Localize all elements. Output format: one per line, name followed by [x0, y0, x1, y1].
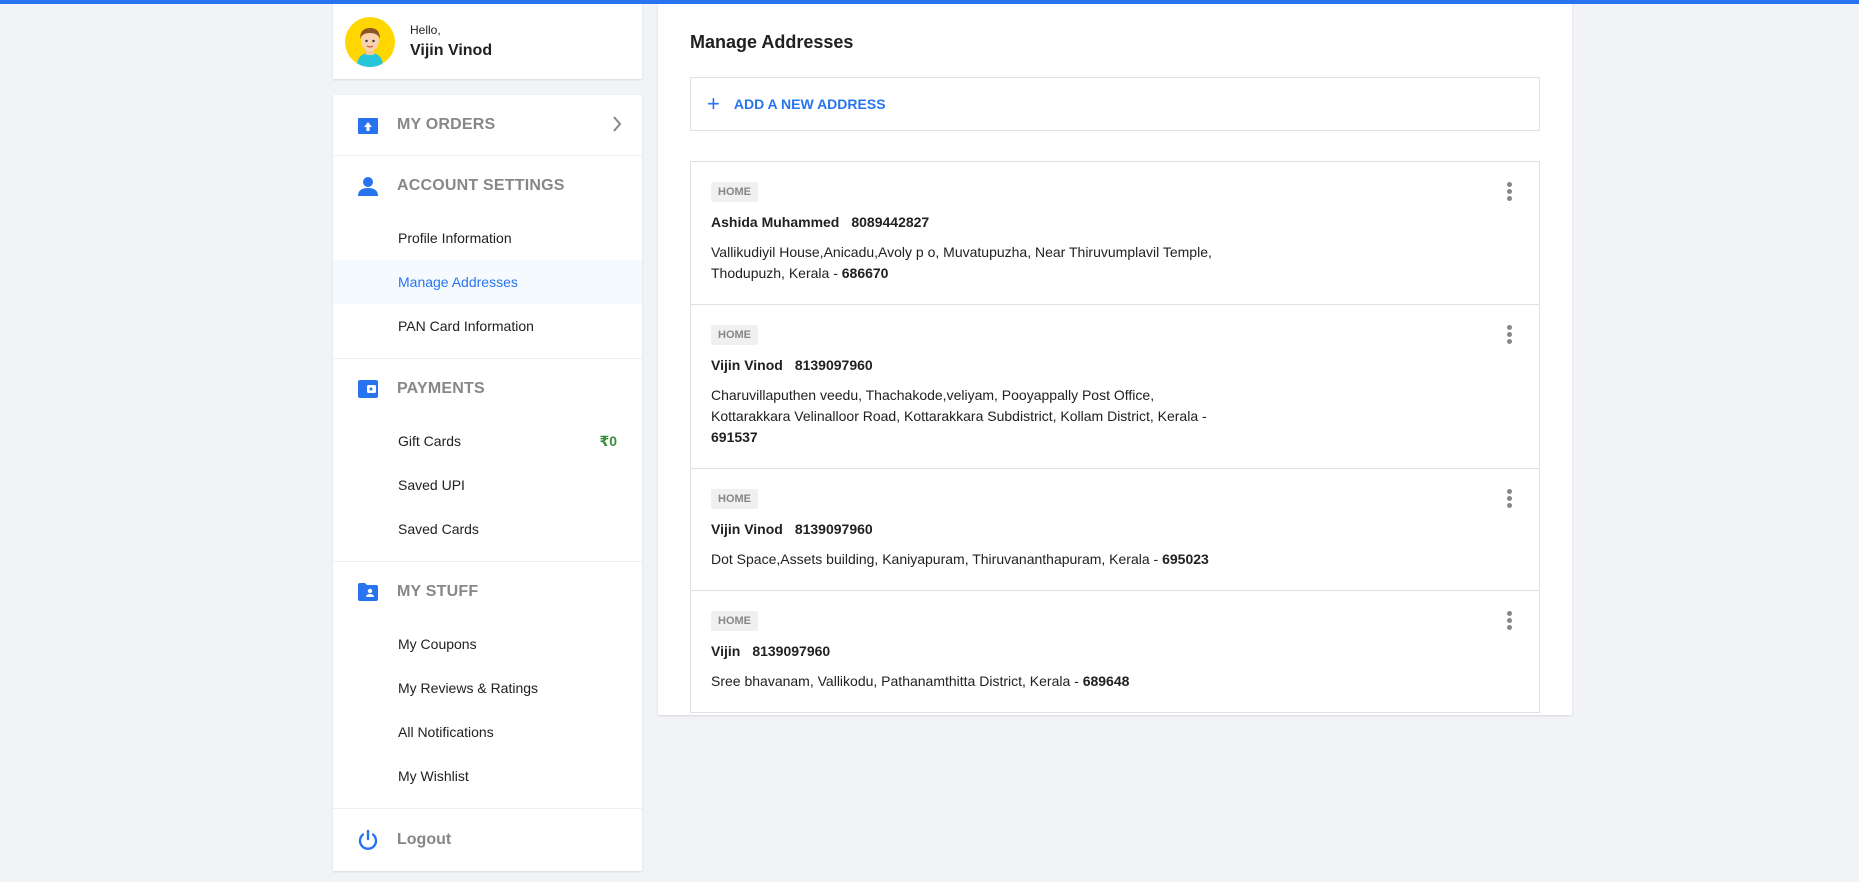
address-card: HOME Vijin Vinod 8139097960 Charuvillaput…	[691, 305, 1539, 469]
account-menu: MY ORDERS ACCOUNT SETTINGS Profile Infor…	[333, 95, 642, 871]
my-coupons-label: My Coupons	[398, 636, 477, 652]
address-card: HOME Ashida Muhammed 8089442827 Vallikudi…	[691, 162, 1539, 305]
power-icon	[357, 829, 379, 851]
section-account-settings: ACCOUNT SETTINGS Profile Information Man…	[333, 156, 642, 359]
address-text: Dot Space,Assets building, Kaniyapuram, …	[711, 551, 1163, 567]
chevron-right-icon	[613, 116, 622, 132]
pan-card-information-label: PAN Card Information	[398, 318, 534, 334]
address-type-badge: HOME	[711, 611, 758, 631]
address-name: Vijin Vinod	[711, 521, 783, 537]
more-options-icon[interactable]	[1507, 611, 1513, 632]
address-list: HOME Ashida Muhammed 8089442827 Vallikudi…	[690, 161, 1540, 713]
user-card: Hello, Vijin Vinod	[333, 4, 642, 79]
orders-icon	[357, 114, 379, 136]
main-panel: Manage Addresses + ADD A NEW ADDRESS HOM…	[658, 4, 1572, 715]
address-phone: 8139097960	[752, 643, 831, 659]
my-orders-link[interactable]: MY ORDERS	[333, 95, 642, 155]
more-options-icon[interactable]	[1507, 325, 1513, 346]
folder-user-icon	[357, 581, 379, 603]
plus-icon: +	[707, 91, 720, 116]
user-name: Vijin Vinod	[410, 42, 493, 59]
more-options-icon[interactable]	[1507, 182, 1513, 203]
address-type-badge: HOME	[711, 489, 758, 509]
account-settings-title: ACCOUNT SETTINGS	[397, 177, 565, 194]
add-new-address-button[interactable]: + ADD A NEW ADDRESS	[690, 77, 1540, 131]
profile-information-label: Profile Information	[398, 230, 512, 246]
avatar	[345, 16, 395, 67]
sidebar-item-profile-information[interactable]: Profile Information	[333, 216, 642, 260]
address-pincode: 689648	[1082, 673, 1130, 689]
address-phone: 8089442827	[851, 214, 930, 230]
sidebar-item-manage-addresses[interactable]: Manage Addresses	[333, 260, 642, 304]
address-name: Vijin	[711, 643, 741, 659]
address-type-badge: HOME	[711, 182, 758, 202]
section-my-orders: MY ORDERS	[333, 95, 642, 156]
add-new-address-label: ADD A NEW ADDRESS	[733, 96, 886, 112]
sidebar-item-my-reviews-ratings[interactable]: My Reviews & Ratings	[333, 666, 642, 710]
page-title: Manage Addresses	[690, 32, 854, 52]
sidebar-item-all-notifications[interactable]: All Notifications	[333, 710, 642, 754]
my-wishlist-label: My Wishlist	[398, 768, 469, 784]
wallet-icon	[357, 378, 379, 400]
logout-button[interactable]: Logout	[333, 809, 642, 871]
payments-title: PAYMENTS	[397, 380, 485, 397]
address-text: Sree bhavanam, Vallikodu, Pathanamthitta…	[711, 673, 1083, 689]
address-pincode: 691537	[711, 429, 758, 445]
sidebar-item-my-coupons[interactable]: My Coupons	[333, 622, 642, 666]
saved-cards-label: Saved Cards	[398, 521, 479, 537]
manage-addresses-label: Manage Addresses	[398, 274, 518, 290]
my-stuff-title: MY STUFF	[397, 583, 479, 600]
address-pincode: 695023	[1162, 551, 1209, 567]
my-orders-label: MY ORDERS	[397, 116, 496, 133]
section-my-stuff: MY STUFF My Coupons My Reviews & Ratings…	[333, 562, 642, 809]
saved-upi-label: Saved UPI	[398, 477, 465, 493]
gift-cards-label: Gift Cards	[398, 433, 462, 449]
address-pincode: 686670	[841, 265, 889, 281]
address-type-badge: HOME	[711, 325, 758, 345]
greeting: Hello,	[410, 23, 441, 37]
address-text: Charuvillaputhen veedu, Thachakode,veliy…	[711, 387, 1207, 424]
address-name: Ashida Muhammed	[711, 214, 840, 230]
sidebar: Hello, Vijin Vinod MY ORDERS ACCOUNT SET…	[333, 4, 642, 871]
address-phone: 8139097960	[794, 357, 873, 373]
my-stuff-header: MY STUFF	[333, 562, 642, 622]
section-logout: Logout	[333, 809, 642, 871]
logout-label: Logout	[397, 831, 452, 848]
person-icon	[357, 175, 379, 197]
gift-card-balance: ₹0	[599, 432, 617, 449]
payments-header: PAYMENTS	[333, 359, 642, 419]
more-options-icon[interactable]	[1507, 489, 1513, 510]
section-payments: PAYMENTS Gift Cards ₹0 Saved UPI Saved C…	[333, 359, 642, 562]
sidebar-item-saved-cards[interactable]: Saved Cards	[333, 507, 642, 551]
my-reviews-label: My Reviews & Ratings	[398, 680, 539, 696]
sidebar-item-saved-upi[interactable]: Saved UPI	[333, 463, 642, 507]
address-name: Vijin Vinod	[711, 357, 783, 373]
sidebar-item-gift-cards[interactable]: Gift Cards ₹0	[333, 419, 642, 463]
address-text: Vallikudiyil House,Anicadu,Avoly p o, Mu…	[711, 244, 1212, 281]
address-phone: 8139097960	[794, 521, 873, 537]
address-card: HOME Vijin Vinod 8139097960 Dot Space,Ass…	[691, 469, 1539, 591]
all-notifications-label: All Notifications	[398, 724, 494, 740]
account-settings-header: ACCOUNT SETTINGS	[333, 156, 642, 216]
sidebar-item-my-wishlist[interactable]: My Wishlist	[333, 754, 642, 798]
address-card: HOME Vijin 8139097960 Sree bhavanam, Vall…	[691, 591, 1539, 712]
sidebar-item-pan-card-information[interactable]: PAN Card Information	[333, 304, 642, 348]
